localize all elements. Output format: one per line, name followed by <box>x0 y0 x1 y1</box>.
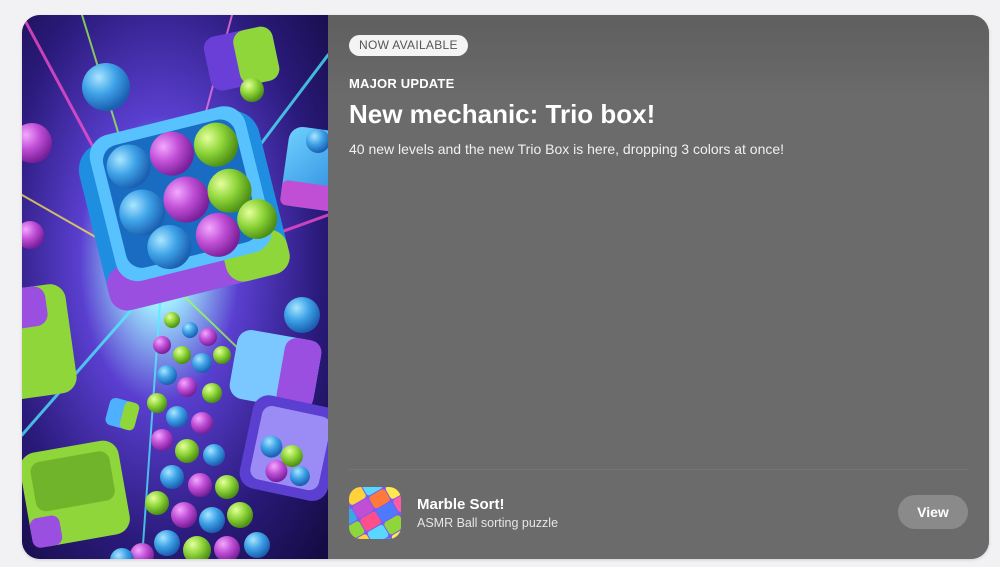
update-card[interactable]: NOW AVAILABLE MAJOR UPDATE New mechanic:… <box>22 15 989 559</box>
app-name[interactable]: Marble Sort! <box>417 496 505 513</box>
now-available-badge: NOW AVAILABLE <box>349 35 468 56</box>
divider <box>349 469 968 470</box>
description: 40 new levels and the new Trio Box is he… <box>349 141 785 157</box>
headline: New mechanic: Trio box! <box>349 99 656 129</box>
view-button[interactable]: View <box>898 495 968 529</box>
card-content: NOW AVAILABLE MAJOR UPDATE New mechanic:… <box>328 15 989 559</box>
app-subtitle: ASMR Ball sorting puzzle <box>417 516 559 530</box>
update-type-label: MAJOR UPDATE <box>349 76 455 91</box>
game-artwork <box>22 15 328 559</box>
marble-sort-app-icon[interactable] <box>349 487 401 539</box>
